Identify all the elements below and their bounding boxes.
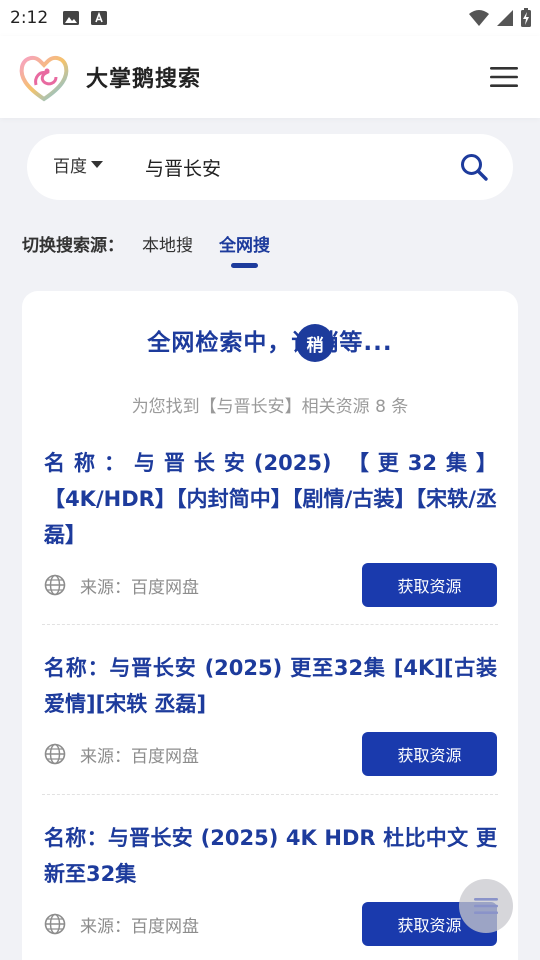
result-source: 来源：百度网盘	[80, 746, 199, 767]
result-source: 来源：百度网盘	[80, 916, 199, 937]
wifi-icon	[469, 10, 489, 26]
result-meta: 来源：百度网盘 获取资源	[44, 732, 497, 776]
source-switch-label: 切换搜索源：	[22, 236, 124, 256]
result-source: 来源：百度网盘	[80, 577, 199, 598]
search-input[interactable]	[145, 156, 415, 178]
result-item: 名称：与晋长安 (2025) 4K HDR 杜比中文 更新至32集 来源：百度网…	[44, 820, 497, 946]
menu-button[interactable]	[488, 61, 520, 93]
tab-local-search[interactable]: 本地搜	[142, 232, 193, 260]
search-engine-label: 百度	[53, 156, 87, 177]
results-count: 为您找到【与晋长安】相关资源 8 条	[131, 397, 409, 417]
get-resource-button[interactable]: 获取资源	[362, 563, 497, 607]
result-item: 名称：与晋长安(2025) 【更32集】【4K/HDR】【内封简中】【剧情/古装…	[44, 445, 497, 607]
status-time: 2:12	[10, 8, 49, 28]
image-icon	[63, 11, 80, 25]
result-title[interactable]: 名称：与晋长安(2025) 【更32集】【4K/HDR】【内封简中】【剧情/古装…	[44, 445, 497, 553]
status-bar: 2:12	[0, 0, 540, 36]
search-engine-select[interactable]: 百度	[53, 152, 103, 177]
results-panel: 全网检索中，请稍等... 为您找到【与晋长安】相关资源 8 条 名称：与晋长安(…	[22, 291, 518, 960]
get-resource-button[interactable]: 获取资源	[362, 732, 497, 776]
globe-icon	[44, 743, 66, 765]
result-meta: 来源：百度网盘 获取资源	[44, 563, 497, 607]
result-item: 名称：与晋长安 (2025) 更至32集 [4K][古装爱情][宋轶 丞磊] 来…	[44, 650, 497, 776]
caret-down-icon	[91, 160, 103, 168]
globe-icon	[44, 574, 66, 596]
globe-icon	[44, 913, 66, 935]
search-icon[interactable]	[459, 152, 489, 182]
swan-heart-logo	[19, 55, 69, 102]
tab-web-search[interactable]: 全网搜	[219, 232, 270, 268]
app-header: 大掌鹅搜索	[0, 36, 540, 118]
hamburger-menu-icon	[490, 67, 518, 87]
list-icon	[474, 898, 498, 914]
result-title[interactable]: 名称：与晋长安 (2025) 更至32集 [4K][古装爱情][宋轶 丞磊]	[44, 650, 497, 722]
battery-charging-icon	[521, 8, 531, 27]
source-switch: 切换搜索源： 本地搜 全网搜	[22, 232, 296, 272]
search-bar: 百度	[27, 134, 513, 200]
divider	[42, 624, 498, 625]
searching-status: 全网检索中，请稍等...	[147, 330, 393, 356]
app-title: 大掌鹅搜索	[86, 67, 202, 92]
signal-icon	[497, 10, 513, 26]
result-title[interactable]: 名称：与晋长安 (2025) 4K HDR 杜比中文 更新至32集	[44, 820, 497, 892]
loading-indicator: 稍	[296, 324, 334, 362]
result-meta: 来源：百度网盘 获取资源	[44, 902, 497, 946]
keyboard-a-icon	[91, 11, 108, 25]
divider	[42, 794, 498, 795]
floating-menu-button[interactable]	[459, 879, 513, 933]
